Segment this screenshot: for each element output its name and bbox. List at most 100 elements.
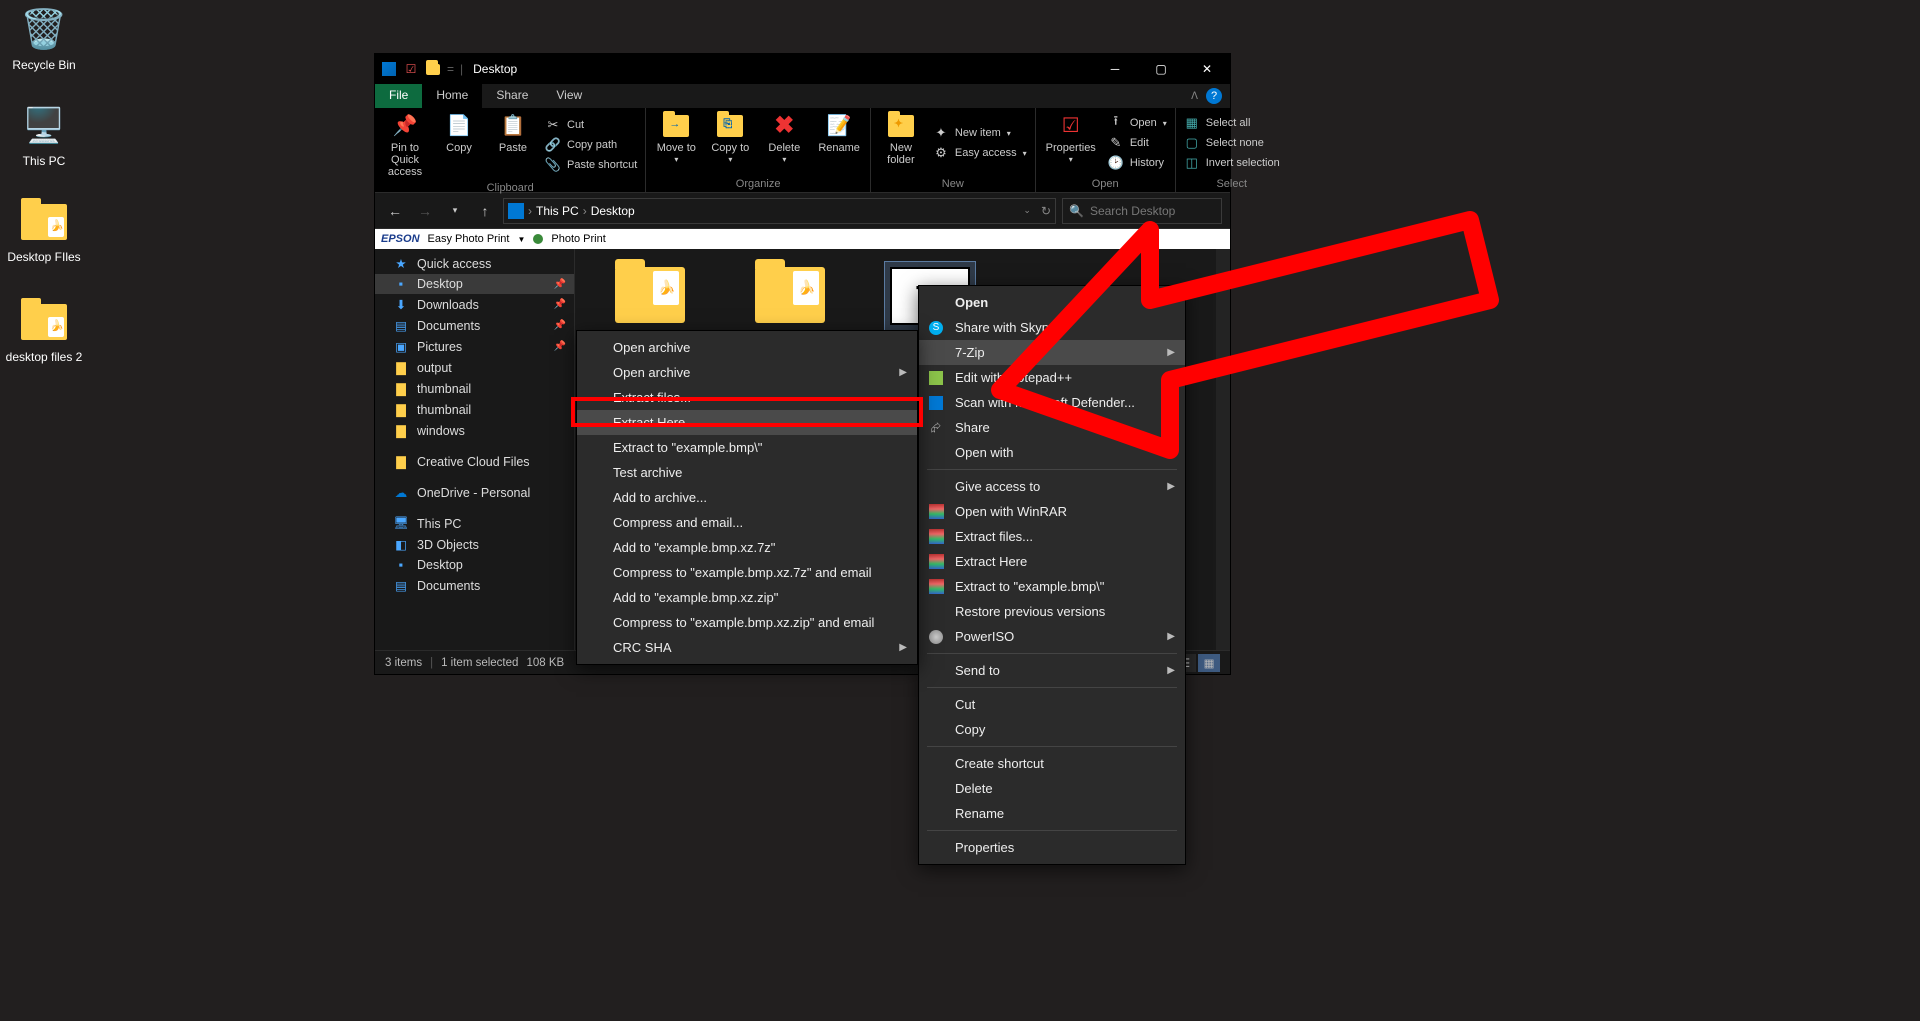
minimize-button[interactable]: ─ [1092,54,1138,84]
qat-folder-icon[interactable] [425,61,441,77]
titlebar[interactable]: ☑ = | Desktop ─ ▢ ✕ [375,54,1230,84]
nav-item[interactable]: ▪Desktop📌 [375,274,574,294]
edit-button[interactable]: ✎Edit [1106,134,1169,152]
7z-extract-here[interactable]: Extract Here [577,410,917,435]
7z-add-to-7z[interactable]: Add to "example.bmp.xz.7z" [577,535,917,560]
nav-item[interactable]: ▇thumbnail [375,378,574,399]
search-input[interactable]: 🔍 Search Desktop [1062,198,1222,224]
file-item-folder[interactable] [745,267,835,325]
ctx-give-access[interactable]: Give access to▶ [919,474,1185,499]
open-button[interactable]: ⭱Open ▾ [1106,114,1169,132]
nav-creative-cloud[interactable]: ▇Creative Cloud Files [375,451,574,472]
select-none-button[interactable]: ▢Select none [1182,134,1282,152]
desktop-icon-folder[interactable]: desktop files 2 [4,298,84,364]
recent-button[interactable]: ▾ [443,199,467,223]
ctx-copy[interactable]: Copy [919,717,1185,742]
ctx-open-with[interactable]: Open with▶ [919,440,1185,465]
7z-test-archive[interactable]: Test archive [577,460,917,485]
tab-home[interactable]: Home [422,84,482,108]
copy-button[interactable]: 📄Copy [435,110,483,180]
epson-easy-print[interactable]: Easy Photo Print [428,233,510,245]
breadcrumb-item[interactable]: This PC [536,204,579,218]
ctx-winrar-extract-here[interactable]: Extract Here [919,549,1185,574]
ctx-winrar-extract-to[interactable]: Extract to "example.bmp\" [919,574,1185,599]
7z-crc-sha[interactable]: CRC SHA▶ [577,635,917,660]
select-all-button[interactable]: ▦Select all [1182,114,1282,132]
ctx-open[interactable]: Open [919,290,1185,315]
rename-button[interactable]: 📝Rename [814,110,864,176]
nav-item[interactable]: ◧3D Objects [375,534,574,555]
copy-path-button[interactable]: 🔗Copy path [543,136,639,154]
maximize-button[interactable]: ▢ [1138,54,1184,84]
7z-add-to-archive[interactable]: Add to archive... [577,485,917,510]
view-icons-button[interactable]: ▦ [1198,654,1220,672]
ctx-send-to[interactable]: Send to▶ [919,658,1185,683]
ctx-defender[interactable]: Scan with Microsoft Defender... [919,390,1185,415]
new-item-button[interactable]: ✦New item ▾ [931,124,1029,142]
7z-open-archive-sub[interactable]: Open archive▶ [577,360,917,385]
nav-item[interactable]: ▤Documents📌 [375,315,574,336]
paste-shortcut-button[interactable]: 📎Paste shortcut [543,156,639,174]
cut-button[interactable]: ✂Cut [543,116,639,134]
nav-item[interactable]: ▤Documents [375,575,574,596]
ctx-notepad-pp[interactable]: Edit with Notepad++ [919,365,1185,390]
ctx-properties[interactable]: Properties [919,835,1185,860]
ctx-7zip[interactable]: 7-Zip▶ [919,340,1185,365]
copy-to-button[interactable]: ⎘Copy to▾ [706,110,754,176]
nav-item[interactable]: ▇thumbnail [375,399,574,420]
nav-item[interactable]: ▇output [375,357,574,378]
epson-photo-print[interactable]: Photo Print [551,233,605,245]
nav-quick-access[interactable]: ★Quick access [375,253,574,274]
help-icon[interactable]: ? [1206,88,1222,104]
paste-button[interactable]: 📋Paste [489,110,537,180]
pin-quick-access-button[interactable]: 📌Pin to Quick access [381,110,429,180]
easy-access-button[interactable]: ⚙Easy access ▾ [931,144,1029,162]
up-button[interactable]: ↑ [473,199,497,223]
7z-compress-email[interactable]: Compress and email... [577,510,917,535]
forward-button[interactable]: → [413,199,437,223]
7z-add-to-zip[interactable]: Add to "example.bmp.xz.zip" [577,585,917,610]
ctx-winrar-extract-files[interactable]: Extract files... [919,524,1185,549]
desktop-icon-recycle-bin[interactable]: 🗑️ Recycle Bin [4,6,84,72]
desktop-icon-folder[interactable]: Desktop FIles [4,198,84,264]
nav-item[interactable]: ▇windows [375,420,574,441]
back-button[interactable]: ← [383,199,407,223]
breadcrumb[interactable]: › This PC › Desktop ⌄ ↻ [503,198,1056,224]
nav-this-pc[interactable]: 🖥This PC [375,513,574,534]
new-folder-button[interactable]: ✦New folder [877,110,925,176]
ctx-poweriso[interactable]: PowerISO▶ [919,624,1185,649]
7z-extract-to[interactable]: Extract to "example.bmp\" [577,435,917,460]
collapse-ribbon-icon[interactable]: ᐱ [1191,91,1198,102]
desktop-icon-this-pc[interactable]: 🖥️ This PC [4,102,84,168]
nav-item[interactable]: ▣Pictures📌 [375,336,574,357]
nav-onedrive[interactable]: ☁OneDrive - Personal [375,482,574,503]
navigation-pane[interactable]: ★Quick access ▪Desktop📌 ⬇Downloads📌 ▤Doc… [375,249,575,650]
ctx-create-shortcut[interactable]: Create shortcut [919,751,1185,776]
tab-view[interactable]: View [542,84,596,108]
delete-button[interactable]: ✖Delete▾ [760,110,808,176]
7z-open-archive[interactable]: Open archive [577,335,917,360]
invert-selection-button[interactable]: ◫Invert selection [1182,154,1282,172]
breadcrumb-item[interactable]: Desktop [591,204,635,218]
nav-item[interactable]: ⬇Downloads📌 [375,294,574,315]
tab-file[interactable]: File [375,84,422,108]
ctx-winrar-open[interactable]: Open with WinRAR [919,499,1185,524]
7z-compress-7z-email[interactable]: Compress to "example.bmp.xz.7z" and emai… [577,560,917,585]
7z-compress-zip-email[interactable]: Compress to "example.bmp.xz.zip" and ema… [577,610,917,635]
ctx-restore-versions[interactable]: Restore previous versions [919,599,1185,624]
close-button[interactable]: ✕ [1184,54,1230,84]
history-button[interactable]: 🕑History [1106,154,1169,172]
tab-share[interactable]: Share [482,84,542,108]
ctx-share[interactable]: ⮳Share [919,415,1185,440]
7z-extract-files[interactable]: Extract files... [577,385,917,410]
ctx-rename[interactable]: Rename [919,801,1185,826]
scrollbar[interactable] [1216,249,1230,650]
ctx-cut[interactable]: Cut [919,692,1185,717]
ctx-delete[interactable]: Delete [919,776,1185,801]
ctx-share-skype[interactable]: SShare with Skype [919,315,1185,340]
file-item-folder[interactable] [605,267,695,325]
nav-item[interactable]: ▪Desktop [375,555,574,575]
qat-properties-icon[interactable]: ☑ [403,61,419,77]
move-to-button[interactable]: →Move to▾ [652,110,700,176]
properties-button[interactable]: ☑Properties▾ [1042,110,1100,176]
